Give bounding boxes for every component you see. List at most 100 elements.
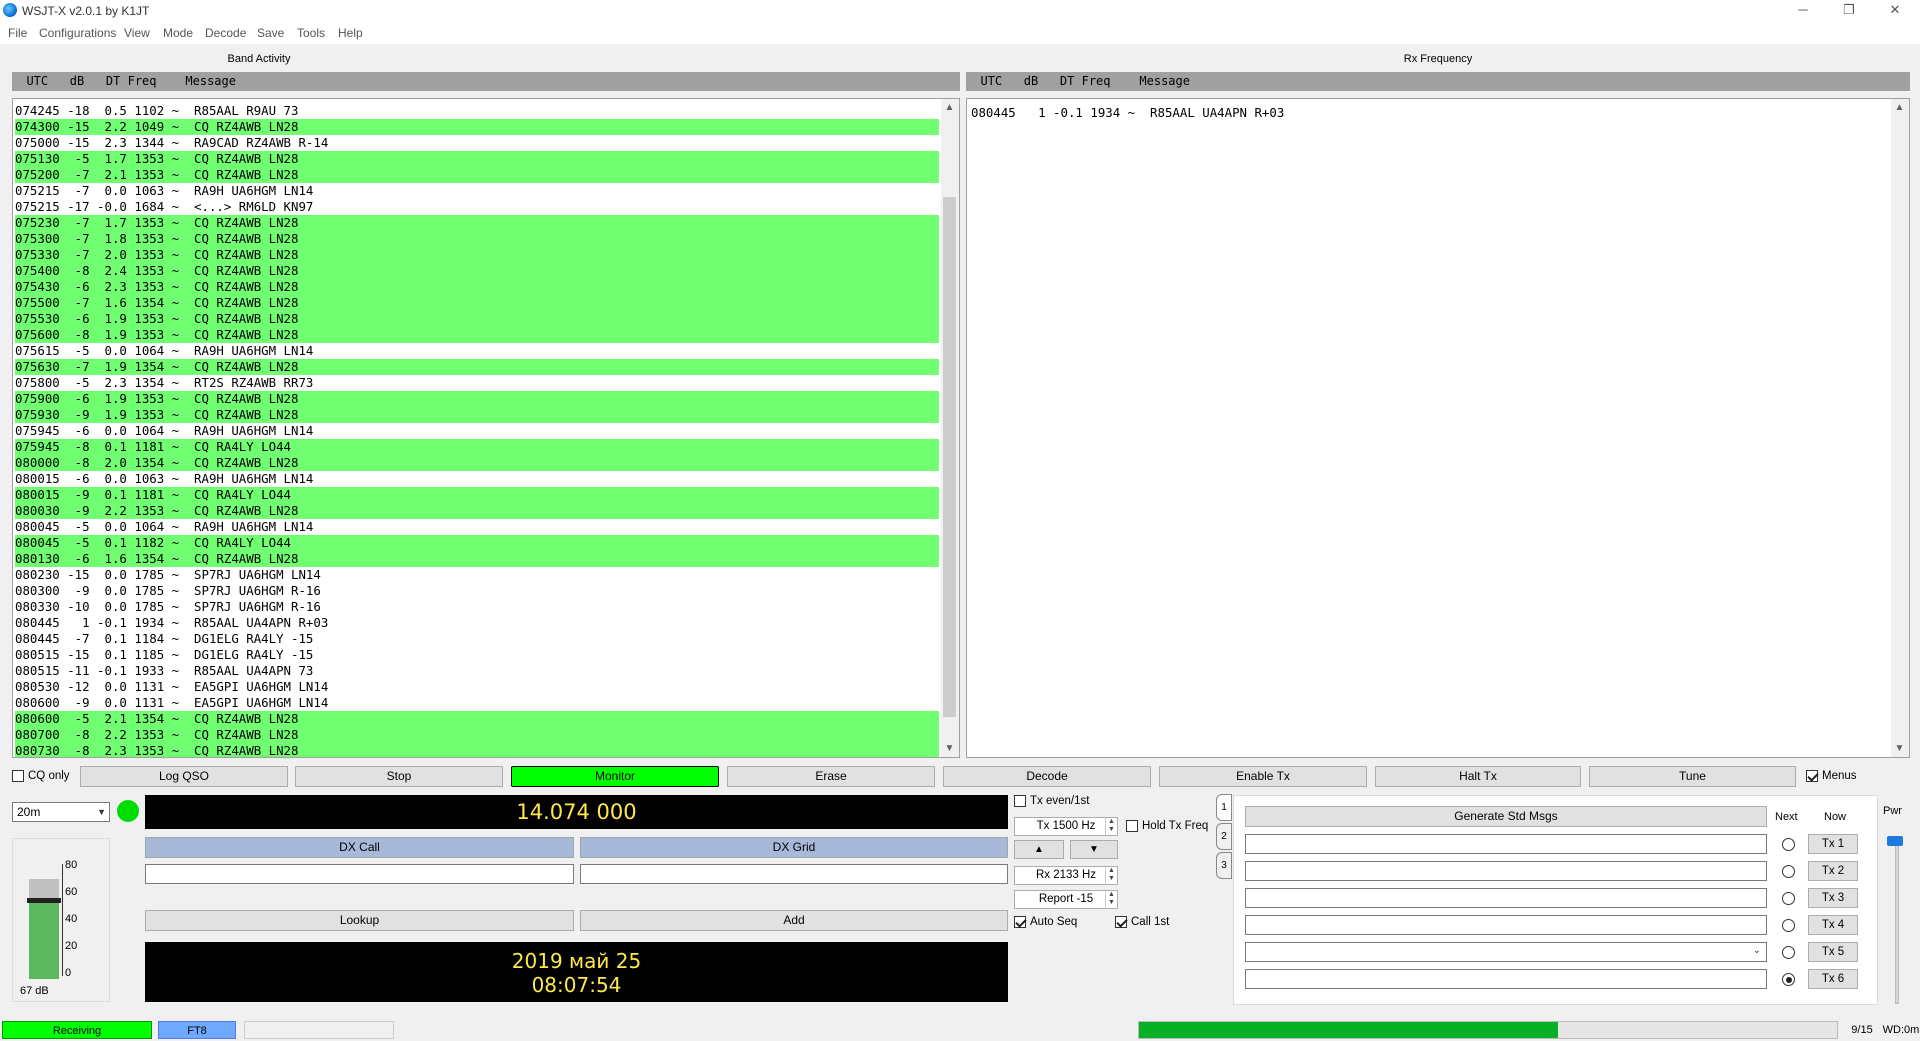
menu-decode[interactable]: Decode <box>205 26 246 40</box>
decode-line[interactable]: 075600 -8 1.9 1353 ~ CQ RZ4AWB LN28 <box>15 327 939 343</box>
tx6-button[interactable]: Tx 6 <box>1808 969 1858 989</box>
enable-tx-button[interactable]: Enable Tx <box>1159 766 1367 787</box>
band-activity-scrollbar[interactable]: ▲ ▼ <box>941 99 959 757</box>
decode-line[interactable]: 075615 -5 0.0 1064 ~ RA9H UA6HGM LN14 <box>15 343 939 359</box>
dx-grid-input[interactable] <box>580 864 1008 884</box>
tx5-button[interactable]: Tx 5 <box>1808 942 1858 962</box>
scroll-down-icon[interactable]: ▼ <box>1891 740 1908 757</box>
scroll-up-icon[interactable]: ▲ <box>941 99 958 116</box>
spin-arrows-icon[interactable]: ▲ ▼ <box>1105 867 1117 884</box>
decode-line[interactable]: 080445 1 -0.1 1934 ~ R85AAL UA4APN R+03 <box>15 615 939 631</box>
hold-tx-freq-checkbox[interactable]: Hold Tx Freq <box>1126 820 1208 832</box>
decode-line[interactable]: 075800 -5 2.3 1354 ~ RT2S RZ4AWB RR73 <box>15 375 939 391</box>
decode-line[interactable]: 075945 -8 0.1 1181 ~ CQ RA4LY LO44 <box>15 439 939 455</box>
decode-line[interactable]: 080600 -9 0.0 1131 ~ EA5GPI UA6HGM LN14 <box>15 695 939 711</box>
menu-tools[interactable]: Tools <box>297 26 325 40</box>
decode-line[interactable]: 080445 -7 0.1 1184 ~ DG1ELG RA4LY -15 <box>15 631 939 647</box>
menu-help[interactable]: Help <box>338 26 363 40</box>
menu-save[interactable]: Save <box>257 26 284 40</box>
tx2-button[interactable]: Tx 2 <box>1808 861 1858 881</box>
tx-even-checkbox[interactable]: Tx even/1st <box>1014 795 1089 807</box>
band-select[interactable]: 20m ▼ <box>12 802 110 822</box>
menus-box[interactable] <box>1806 770 1818 782</box>
decode-line[interactable]: 080000 -8 2.0 1354 ~ CQ RZ4AWB LN28 <box>15 455 939 471</box>
pwr-slider-handle[interactable] <box>1887 836 1903 846</box>
call-1st-checkbox[interactable]: Call 1st <box>1115 916 1169 928</box>
decode-line[interactable]: 080600 -5 2.1 1354 ~ CQ RZ4AWB LN28 <box>15 711 939 727</box>
dx-call-input[interactable] <box>145 864 574 884</box>
decode-line[interactable]: 075400 -8 2.4 1353 ~ CQ RZ4AWB LN28 <box>15 263 939 279</box>
tx-up-button[interactable]: ▲ <box>1014 840 1064 859</box>
tx1-message-input[interactable] <box>1245 834 1767 854</box>
decode-line[interactable]: 075330 -7 2.0 1353 ~ CQ RZ4AWB LN28 <box>15 247 939 263</box>
spin-arrows-icon[interactable]: ▲ ▼ <box>1105 818 1117 835</box>
tx1-next-radio[interactable] <box>1782 838 1795 851</box>
tx4-button[interactable]: Tx 4 <box>1808 915 1858 935</box>
rx-frequency-scrollbar[interactable]: ▲ ▼ <box>1891 99 1909 757</box>
decode-line[interactable]: 074300 -15 2.2 1049 ~ CQ RZ4AWB LN28 <box>15 119 939 135</box>
tx5-next-radio[interactable] <box>1782 946 1795 959</box>
menu-view[interactable]: View <box>124 26 150 40</box>
erase-button[interactable]: Erase <box>727 766 935 787</box>
decode-line[interactable]: 075230 -7 1.7 1353 ~ CQ RZ4AWB LN28 <box>15 215 939 231</box>
decode-button[interactable]: Decode <box>943 766 1151 787</box>
decode-line[interactable]: 080330 -10 0.0 1785 ~ SP7RJ UA6HGM R-16 <box>15 599 939 615</box>
spin-arrows-icon[interactable]: ▲ ▼ <box>1105 891 1117 908</box>
tx-freq-spinbox[interactable]: Tx 1500 Hz ▲ ▼ <box>1014 817 1118 836</box>
auto-seq-box[interactable] <box>1014 916 1026 928</box>
menu-mode[interactable]: Mode <box>163 26 193 40</box>
decode-line[interactable]: 080515 -15 0.1 1185 ~ DG1ELG RA4LY -15 <box>15 647 939 663</box>
tab-3[interactable]: 3 <box>1216 852 1232 879</box>
decode-line[interactable]: 075130 -5 1.7 1353 ~ CQ RZ4AWB LN28 <box>15 151 939 167</box>
menu-configurations[interactable]: Configurations <box>39 26 116 40</box>
menus-checkbox[interactable]: Menus <box>1806 770 1857 782</box>
decode-line[interactable]: 080730 -8 2.3 1353 ~ CQ RZ4AWB LN28 <box>15 743 939 757</box>
tx2-next-radio[interactable] <box>1782 865 1795 878</box>
lookup-button[interactable]: Lookup <box>145 910 574 931</box>
scroll-thumb[interactable] <box>943 197 956 717</box>
report-spinbox[interactable]: Report -15 ▲ ▼ <box>1014 890 1118 909</box>
minimize-icon[interactable]: ─ <box>1780 0 1826 22</box>
monitor-button[interactable]: Monitor <box>511 766 719 787</box>
decode-line[interactable]: 075500 -7 1.6 1354 ~ CQ RZ4AWB LN28 <box>15 295 939 311</box>
decode-line[interactable]: 075300 -7 1.8 1353 ~ CQ RZ4AWB LN28 <box>15 231 939 247</box>
rx-frequency-pane[interactable]: ▲ ▼ 080445 1 -0.1 1934 ~ R85AAL UA4APN R… <box>966 98 1910 758</box>
decode-line[interactable]: 075215 -17 -0.0 1684 ~ <...> RM6LD KN97 <box>15 199 939 215</box>
band-activity-pane[interactable]: ▲ ▼ 074245 -18 0.5 1102 ~ R85AAL R9AU 73… <box>12 98 960 758</box>
tx-down-button[interactable]: ▼ <box>1070 840 1118 859</box>
rx-decode-line[interactable]: 080445 1 -0.1 1934 ~ R85AAL UA4APN R+03 <box>971 105 1284 121</box>
tx2-message-input[interactable] <box>1245 861 1767 881</box>
generate-std-msgs-button[interactable]: Generate Std Msgs <box>1245 806 1767 827</box>
tx4-message-input[interactable] <box>1245 915 1767 935</box>
tx-even-box[interactable] <box>1014 795 1026 807</box>
decode-line[interactable]: 075530 -6 1.9 1353 ~ CQ RZ4AWB LN28 <box>15 311 939 327</box>
tx5-message-select[interactable]: ⌄ <box>1245 942 1767 962</box>
tab-1[interactable]: 1 <box>1216 794 1232 821</box>
decode-line[interactable]: 074245 -18 0.5 1102 ~ R85AAL R9AU 73 <box>15 103 939 119</box>
tx3-message-input[interactable] <box>1245 888 1767 908</box>
call-1st-box[interactable] <box>1115 916 1127 928</box>
pwr-slider-track[interactable] <box>1895 838 1899 1004</box>
menu-file[interactable]: File <box>8 26 27 40</box>
decode-line[interactable]: 075630 -7 1.9 1354 ~ CQ RZ4AWB LN28 <box>15 359 939 375</box>
tx3-button[interactable]: Tx 3 <box>1808 888 1858 908</box>
log-qso-button[interactable]: Log QSO <box>80 766 288 787</box>
decode-line[interactable]: 075900 -6 1.9 1353 ~ CQ RZ4AWB LN28 <box>15 391 939 407</box>
rx-freq-spinbox[interactable]: Rx 2133 Hz ▲ ▼ <box>1014 866 1118 885</box>
decode-line[interactable]: 080300 -9 0.0 1785 ~ SP7RJ UA6HGM R-16 <box>15 583 939 599</box>
tx6-next-radio[interactable] <box>1782 973 1795 986</box>
scroll-up-icon[interactable]: ▲ <box>1891 99 1908 116</box>
decode-line[interactable]: 080530 -12 0.0 1131 ~ EA5GPI UA6HGM LN14 <box>15 679 939 695</box>
hold-tx-freq-box[interactable] <box>1126 820 1138 832</box>
tab-2[interactable]: 2 <box>1216 823 1232 850</box>
decode-line[interactable]: 075945 -6 0.0 1064 ~ RA9H UA6HGM LN14 <box>15 423 939 439</box>
decode-line[interactable]: 075200 -7 2.1 1353 ~ CQ RZ4AWB LN28 <box>15 167 939 183</box>
scroll-down-icon[interactable]: ▼ <box>941 740 958 757</box>
auto-seq-checkbox[interactable]: Auto Seq <box>1014 916 1077 928</box>
decode-line[interactable]: 080130 -6 1.6 1354 ~ CQ RZ4AWB LN28 <box>15 551 939 567</box>
restore-icon[interactable]: ❐ <box>1826 0 1872 22</box>
halt-tx-button[interactable]: Halt Tx <box>1375 766 1581 787</box>
decode-line[interactable]: 075215 -7 0.0 1063 ~ RA9H UA6HGM LN14 <box>15 183 939 199</box>
decode-line[interactable]: 080015 -6 0.0 1063 ~ RA9H UA6HGM LN14 <box>15 471 939 487</box>
tx1-button[interactable]: Tx 1 <box>1808 834 1858 854</box>
